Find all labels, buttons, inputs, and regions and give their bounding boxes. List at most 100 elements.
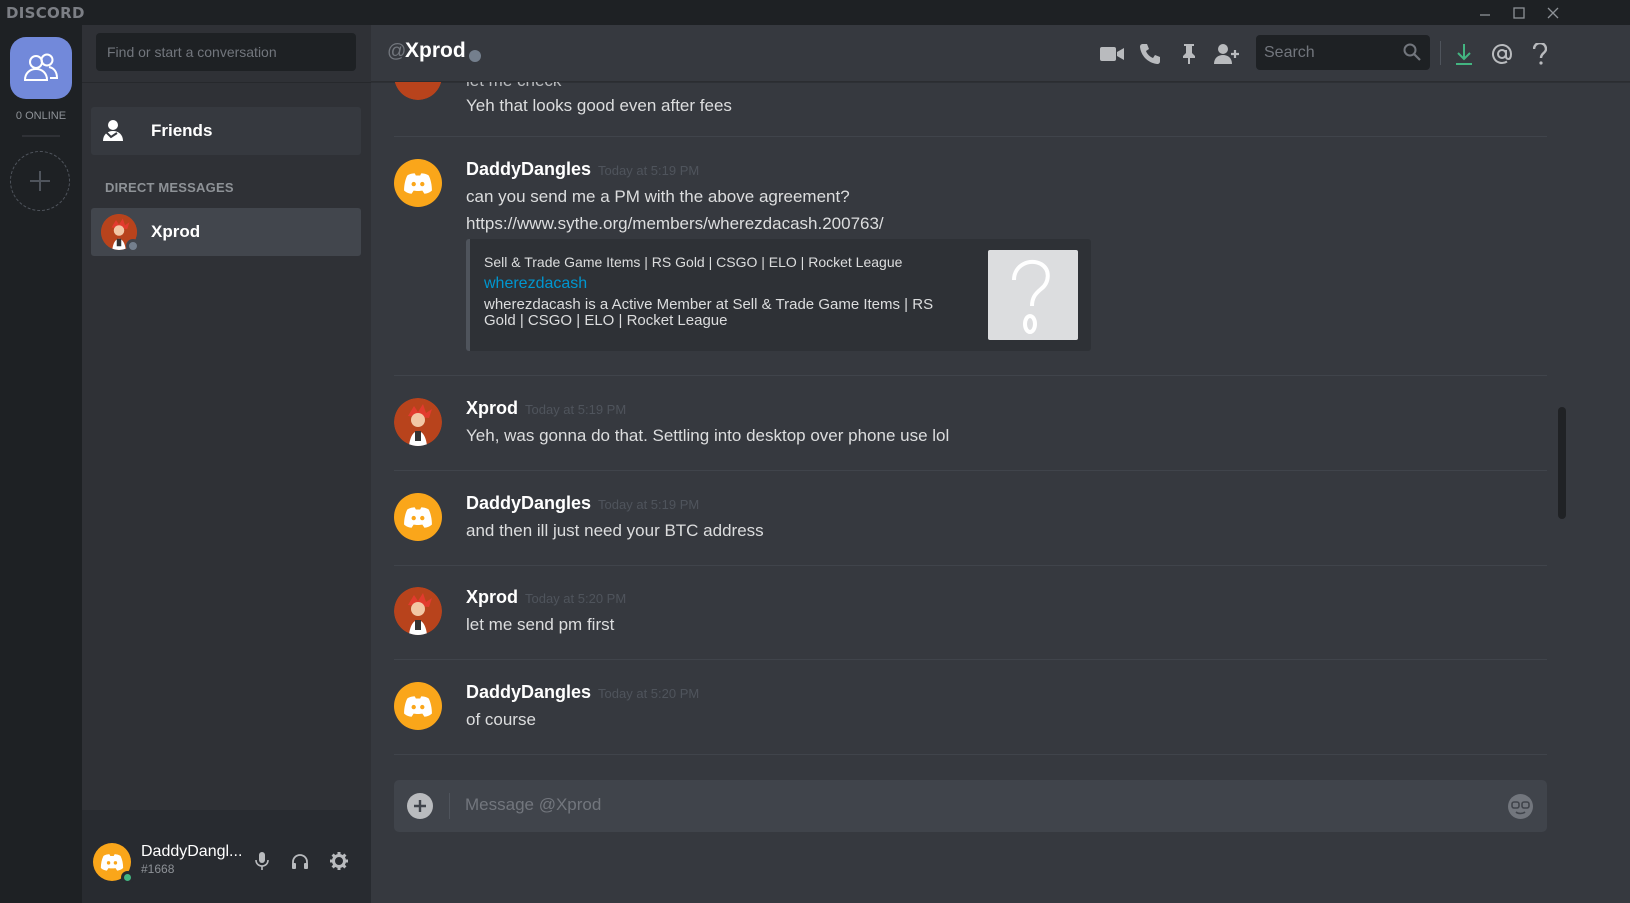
status-indicator [121,871,134,884]
user-settings-button[interactable] [326,848,352,874]
embed-thumbnail[interactable] [988,250,1078,340]
download-icon [1456,44,1472,65]
message-timestamp: Today at 5:19 PM [598,497,700,512]
message-author[interactable]: DaddyDangles Today at 5:20 PM [466,682,699,703]
avatar[interactable] [93,843,134,884]
server-list: 0 ONLINE [0,25,82,903]
message-text: can you send me a PM with the above agre… [466,187,850,206]
message-divider [394,470,1547,471]
mention-icon [1492,44,1513,64]
avatar [394,82,442,100]
friends-button[interactable]: Friends [91,107,361,155]
find-conversation-input[interactable]: Find or start a conversation [96,33,356,71]
divider [82,82,371,83]
avatar[interactable] [394,398,442,446]
deafen-button[interactable] [287,848,313,874]
message-text: Yeh, was gonna do that. Settling into de… [466,426,950,445]
embed-provider: Sell & Trade Game Items | RS Gold | CSGO… [484,254,903,270]
status-indicator [469,50,481,62]
close-icon[interactable] [1536,0,1570,25]
message-timestamp: Today at 5:20 PM [598,686,700,701]
message-link[interactable]: https://www.sythe.org/members/wherezdaca… [466,214,884,234]
embed-description: wherezdacash is a Active Member at Sell … [484,296,934,329]
upload-plus-icon [414,800,426,812]
search-icon [1403,43,1421,61]
help-button[interactable] [1526,40,1554,68]
headphones-icon [292,853,308,869]
composer-separator [449,793,450,819]
username: DaddyDangl... [141,843,243,860]
mute-button[interactable] [249,848,275,874]
phone-icon [1140,44,1160,64]
message-author[interactable]: Xprod Today at 5:20 PM [466,587,626,608]
video-call-icon [1100,47,1124,61]
pin-icon [1183,44,1195,64]
user-panel: DaddyDangl... #1668 [82,810,371,903]
message-text: and then ill just need your BTC address [466,521,764,540]
friends-label: Friends [151,121,213,140]
message-timestamp: Today at 5:20 PM [525,591,627,606]
avatar[interactable] [394,493,442,541]
friends-icon [103,120,130,141]
add-server-icon [30,171,50,191]
message-divider [394,375,1547,376]
status-indicator [126,239,140,253]
dm-item-xprod[interactable]: Xprod [91,208,361,256]
message-input[interactable]: Message @Xprod [465,795,601,815]
message-group: DaddyDangles Today at 5:19 PM and then il… [394,493,1547,553]
message-text: of course [466,710,536,729]
title-bar: DISCORD [0,0,1630,25]
avatar[interactable] [394,587,442,635]
search-placeholder: Search [1264,44,1315,61]
message-author[interactable]: DaddyDangles Today at 5:19 PM [466,493,699,514]
message-group: DaddyDangles Today at 5:20 PM of course [394,682,1547,742]
message-group: let me check Yeh that looks good even af… [394,82,1547,115]
channel-title: Xprod [405,39,466,62]
header-separator [1440,41,1441,65]
video-call-button[interactable] [1098,40,1126,68]
message-divider [394,754,1547,755]
add-friend-to-dm-button[interactable] [1213,40,1241,68]
maximize-icon[interactable] [1502,0,1536,25]
add-friend-icon [1214,44,1239,64]
search-input[interactable]: Search [1256,35,1430,70]
at-symbol: @ [387,41,407,62]
avatar [101,214,140,253]
online-count: 0 ONLINE [15,110,67,122]
upload-button[interactable] [407,793,433,819]
question-mark-icon [1012,259,1050,334]
download-button[interactable] [1450,40,1478,68]
emoji-icon[interactable] [1507,793,1534,820]
add-server-button[interactable] [10,151,70,211]
scrollbar-thumb[interactable] [1558,407,1566,519]
mic-icon [255,852,269,870]
pinned-messages-button[interactable] [1175,40,1203,68]
server-separator [22,135,60,137]
avatar[interactable] [394,159,442,207]
link-embed: Sell & Trade Game Items | RS Gold | CSGO… [466,239,1091,351]
friends-icon [23,53,59,81]
chat-area: @ Xprod Search Yeh that looks good even … [371,25,1630,903]
message-composer[interactable]: Message @Xprod [394,780,1547,832]
minimize-icon[interactable] [1468,0,1502,25]
help-icon [1533,43,1547,65]
message-author[interactable]: DaddyDangles Today at 5:19 PM [466,159,699,180]
message-timestamp: Today at 5:19 PM [598,163,700,178]
message-group: DaddyDangles Today at 5:19 PM can you sen… [394,159,1547,439]
voice-call-button[interactable] [1136,40,1164,68]
user-tag: #1668 [141,862,175,876]
message-divider [394,136,1547,137]
message-author[interactable]: Xprod Today at 5:19 PM [466,398,626,419]
discord-logo: DISCORD [6,4,85,22]
mentions-button[interactable] [1488,40,1516,68]
message-text: let me send pm first [466,615,615,634]
dm-item-label: Xprod [151,222,201,241]
message-divider [394,659,1547,660]
embed-title[interactable]: wherezdacash [484,275,587,293]
avatar[interactable] [394,682,442,730]
message-text: Yeh that looks good even after fees [466,96,732,115]
message-text: let me check [466,82,561,91]
direct-messages-header: DIRECT MESSAGES [105,180,234,195]
channel-header: @ Xprod Search [371,25,1630,82]
friends-home-button[interactable] [10,37,72,99]
